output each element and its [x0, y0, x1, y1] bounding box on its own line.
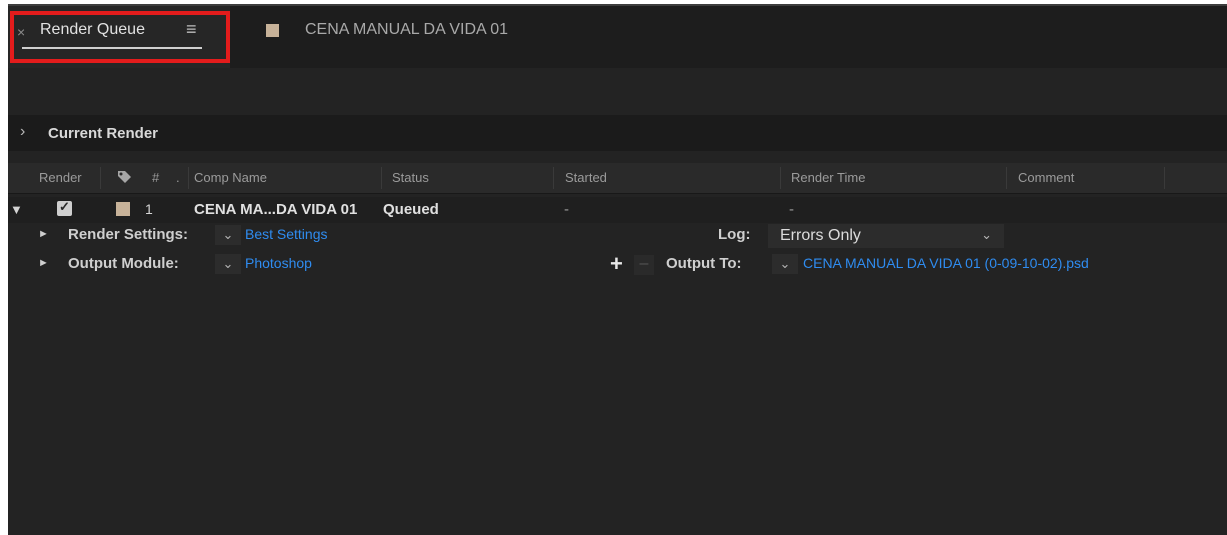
column-divider[interactable]: [188, 167, 189, 189]
column-divider[interactable]: [100, 167, 101, 189]
output-module-link[interactable]: Photoshop: [245, 255, 312, 271]
tab-composition-label[interactable]: CENA MANUAL DA VIDA 01: [305, 21, 508, 39]
render-checkbox[interactable]: ✓: [57, 199, 72, 216]
chevron-down-icon[interactable]: ⌄: [215, 225, 241, 245]
current-render-label[interactable]: Current Render: [48, 125, 158, 142]
expand-output-module-icon[interactable]: ►: [38, 257, 49, 269]
log-select[interactable]: Errors Only ⌄: [768, 224, 1004, 248]
output-module-label: Output Module:: [68, 255, 179, 272]
col-header-number[interactable]: #: [152, 170, 159, 185]
add-output-module-button[interactable]: +: [610, 251, 623, 277]
column-divider[interactable]: [1006, 167, 1007, 189]
checkmark-icon: ✓: [59, 199, 70, 214]
log-select-value: Errors Only: [780, 227, 861, 244]
current-render-section[interactable]: › Current Render: [8, 115, 1227, 151]
item-status: Queued: [383, 201, 439, 218]
item-number: 1: [145, 201, 153, 217]
remove-output-module-button[interactable]: –: [634, 255, 654, 275]
output-to-link[interactable]: CENA MANUAL DA VIDA 01 (0-09-10-02).psd: [803, 255, 1089, 271]
render-queue-panel: × Render Queue ≡ CENA MANUAL DA VIDA 01 …: [8, 4, 1227, 535]
column-divider[interactable]: [780, 167, 781, 189]
tab-render-queue[interactable]: × Render Queue ≡: [8, 6, 230, 68]
render-settings-row: ► Render Settings: ⌄ Best Settings Log: …: [8, 223, 1227, 249]
column-divider[interactable]: [381, 167, 382, 189]
column-divider[interactable]: [553, 167, 554, 189]
queue-column-headers: Render # . Comp Name Status Started Rend…: [8, 163, 1227, 194]
col-header-started[interactable]: Started: [565, 170, 607, 185]
close-icon[interactable]: ×: [17, 24, 25, 40]
chevron-down-icon[interactable]: ⌄: [215, 254, 241, 274]
col-header-render-time[interactable]: Render Time: [791, 170, 865, 185]
comp-label-swatch: [266, 24, 279, 37]
item-label-swatch[interactable]: [116, 202, 130, 216]
chevron-down-icon: ⌄: [981, 227, 992, 242]
column-divider[interactable]: [1164, 167, 1165, 189]
expand-triangle-icon[interactable]: ▼: [10, 202, 23, 217]
panel-menu-icon[interactable]: ≡: [186, 19, 197, 40]
render-settings-link[interactable]: Best Settings: [245, 226, 328, 242]
item-comp-name[interactable]: CENA MA...DA VIDA 01: [194, 201, 357, 218]
panel-tab-bar: × Render Queue ≡ CENA MANUAL DA VIDA 01: [8, 6, 1227, 68]
col-header-render[interactable]: Render: [39, 170, 82, 185]
table-row[interactable]: ▼ ✓ 1 CENA MA...DA VIDA 01 Queued - -: [8, 197, 1227, 223]
expand-render-settings-icon[interactable]: ►: [38, 228, 49, 240]
col-header-comment[interactable]: Comment: [1018, 170, 1074, 185]
chevron-right-icon[interactable]: ›: [20, 123, 25, 141]
render-settings-label: Render Settings:: [68, 226, 189, 243]
log-label: Log:: [718, 226, 751, 243]
col-header-comp-name[interactable]: Comp Name: [194, 170, 267, 185]
col-header-dot[interactable]: .: [176, 170, 180, 185]
item-started: -: [564, 201, 569, 218]
item-render-time: -: [789, 201, 794, 218]
tag-icon[interactable]: [116, 169, 132, 185]
col-header-status[interactable]: Status: [392, 170, 429, 185]
output-module-row: ► Output Module: ⌄ Photoshop + – Output …: [8, 251, 1227, 278]
active-tab-underline: [22, 47, 202, 49]
output-to-label: Output To:: [666, 255, 742, 272]
chevron-down-icon[interactable]: ⌄: [772, 254, 798, 274]
tab-render-queue-label[interactable]: Render Queue: [40, 21, 145, 39]
